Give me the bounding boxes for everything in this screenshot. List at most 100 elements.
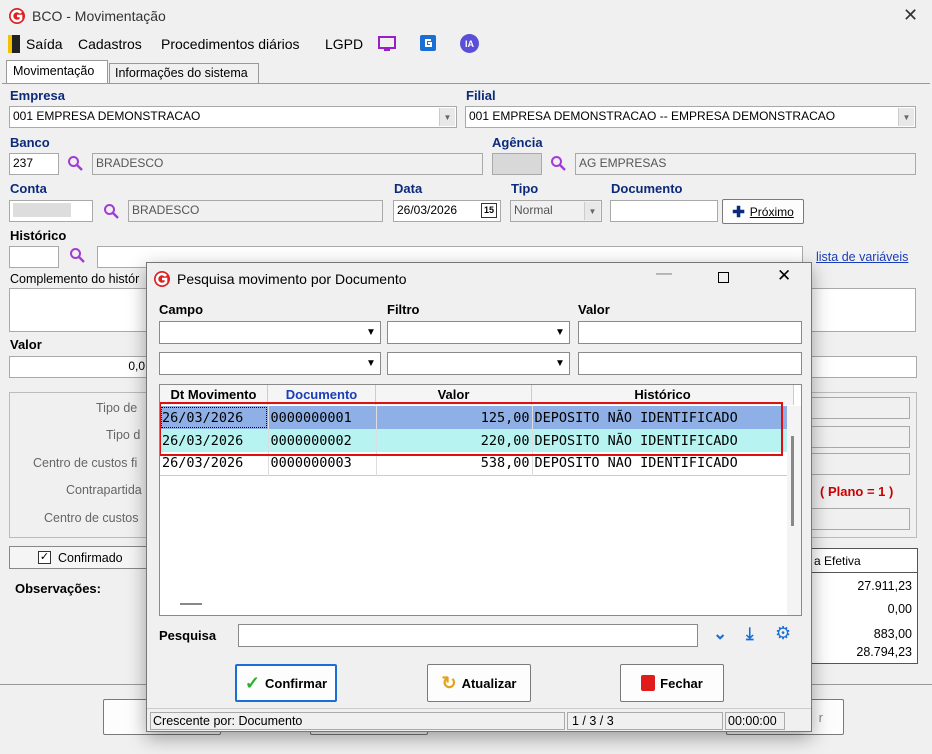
expand-down-icon[interactable]: ⌄ [713,624,727,644]
conta-code-input[interactable] [9,200,93,222]
empresa-value: 001 EMPRESA DEMONSTRACAO [13,109,201,123]
check-icon: ✓ [244,672,260,693]
agencia-label: Agência [492,135,543,150]
valor-input-2[interactable] [578,352,802,375]
efetiva-panel: a Efetiva 27.911,23 0,00 883,00 28.794,2… [810,548,918,664]
right-button-label: r [818,709,823,725]
agencia-code-input[interactable] [492,153,542,175]
confirmado-checkbox[interactable]: ✓ [38,551,51,564]
chevron-down-icon: ▼ [366,358,376,369]
filtro-select-1[interactable]: ▼ [387,321,570,344]
banco-name-field: BRADESCO [92,153,483,175]
pesquisa-label: Pesquisa [159,628,217,643]
menu-item-cadastros[interactable]: Cadastros [78,36,142,52]
app-logo-icon [154,271,170,287]
right-detail-2 [810,426,910,448]
tipo-select[interactable]: Normal ▼ [510,200,602,222]
tipo-de-label-1: Tipo de [96,401,138,415]
campo-label: Campo [159,302,204,317]
close-icon[interactable]: ✕ [777,266,791,286]
refresh-icon: ↻ [441,672,457,693]
menu-item-lgpd[interactable]: LGPD [325,36,363,52]
right-detail-3 [810,453,910,475]
tab-movimentacao[interactable]: Movimentação [6,60,108,84]
status-time: 00:00:00 [725,712,785,730]
results-grid[interactable]: Dt Movimento Documento Valor Histórico 2… [159,384,802,616]
campo-select-1[interactable]: ▼ [159,321,381,344]
fechar-button[interactable]: Fechar [620,664,724,702]
historico-label: Histórico [10,228,67,243]
tipo-value: Normal [514,203,553,217]
selection-highlight [160,402,783,456]
right-field[interactable] [810,356,917,378]
menu-item-procedimentos[interactable]: Procedimentos diários [161,36,300,52]
valor-input-1[interactable] [578,321,802,344]
valor-label: Valor [578,302,610,317]
close-icon[interactable]: ✕ [903,5,918,26]
tab-informacoes[interactable]: Informações do sistema [109,63,259,83]
centro-custos-fi-label: Centro de custos fi [33,456,138,470]
app-logo-icon [9,8,25,24]
proximo-button[interactable]: ✚ Próximo [722,199,804,224]
status-bar: Crescente por: Documento 1 / 3 / 3 00:00… [147,708,811,732]
search-icon[interactable] [67,155,83,171]
chevron-down-icon: ▼ [366,327,376,338]
confirmar-label: Confirmar [264,675,328,691]
calendar-icon[interactable]: 15 [481,203,497,218]
chevron-down-icon: ▼ [555,358,565,369]
data-value: 26/03/2026 [397,203,458,217]
filial-value: 001 EMPRESA DEMONSTRACAO -- EMPRESA DEMO… [469,109,836,123]
atualizar-button[interactable]: ↻ Atualizar [427,664,531,702]
scroll-thumb[interactable] [791,436,794,526]
chevron-down-icon: ▼ [898,108,914,126]
observacoes-label: Observações: [15,581,101,596]
centro-custos-label: Centro de custos [44,511,139,525]
chevron-down-icon: ▼ [439,108,455,126]
proximo-label: Próximo [749,204,794,219]
gear-icon[interactable]: ⚙ [775,623,791,644]
exit-icon [8,35,20,53]
historico-code-input[interactable] [9,246,59,268]
efetiva-header: a Efetiva [811,549,917,573]
confirmar-button[interactable]: ✓ Confirmar [235,664,337,702]
data-input[interactable]: 26/03/2026 15 [393,200,501,222]
minimize-icon[interactable]: — [656,265,672,283]
confirmado-label: Confirmado [58,551,123,565]
empresa-select[interactable]: 001 EMPRESA DEMONSTRACAO ▼ [9,106,457,128]
g-logo-icon[interactable] [419,34,437,52]
lista-variaveis-link[interactable]: lista de variáveis [816,250,908,264]
fechar-label: Fechar [660,675,703,691]
monitor-icon[interactable] [377,35,397,53]
search-icon[interactable] [550,155,566,171]
search-icon[interactable] [69,247,85,263]
maximize-icon[interactable] [718,272,729,283]
agencia-name-field: AG EMPRESAS [575,153,916,175]
menu-item-saida[interactable]: Saída [26,36,63,52]
valor-label: Valor [10,337,42,352]
empresa-label: Empresa [10,88,65,103]
banco-code-input[interactable]: 237 [9,153,59,175]
pesquisa-input[interactable] [238,624,698,647]
tipo-label: Tipo [511,181,539,196]
filial-select[interactable]: 001 EMPRESA DEMONSTRACAO -- EMPRESA DEMO… [465,106,916,128]
search-icon[interactable] [103,203,119,219]
title-bar: BCO - Movimentação ✕ [0,0,932,32]
lock-icon [641,675,656,691]
chevron-down-icon: ▼ [584,202,600,220]
documento-input[interactable] [610,200,718,222]
efetiva-value: 0,00 [887,602,912,616]
conta-label: Conta [10,181,47,196]
filtro-select-2[interactable]: ▼ [387,352,570,375]
expand-all-icon[interactable]: ⤓ [746,624,754,644]
confirmado-box[interactable]: ✓ Confirmado [9,546,149,569]
vertical-scrollbar[interactable] [787,406,801,615]
filtro-label: Filtro [387,302,420,317]
ia-icon[interactable]: IA [460,34,479,53]
campo-select-2[interactable]: ▼ [159,352,381,375]
horizontal-scrollbar-thumb[interactable] [180,603,202,605]
valor-input[interactable]: 0,0 [9,356,149,378]
plano-label: ( Plano = 1 ) [820,484,894,499]
data-label: Data [394,181,423,196]
chevron-down-icon: ▼ [555,327,565,338]
conta-name-field: BRADESCO [128,200,383,222]
